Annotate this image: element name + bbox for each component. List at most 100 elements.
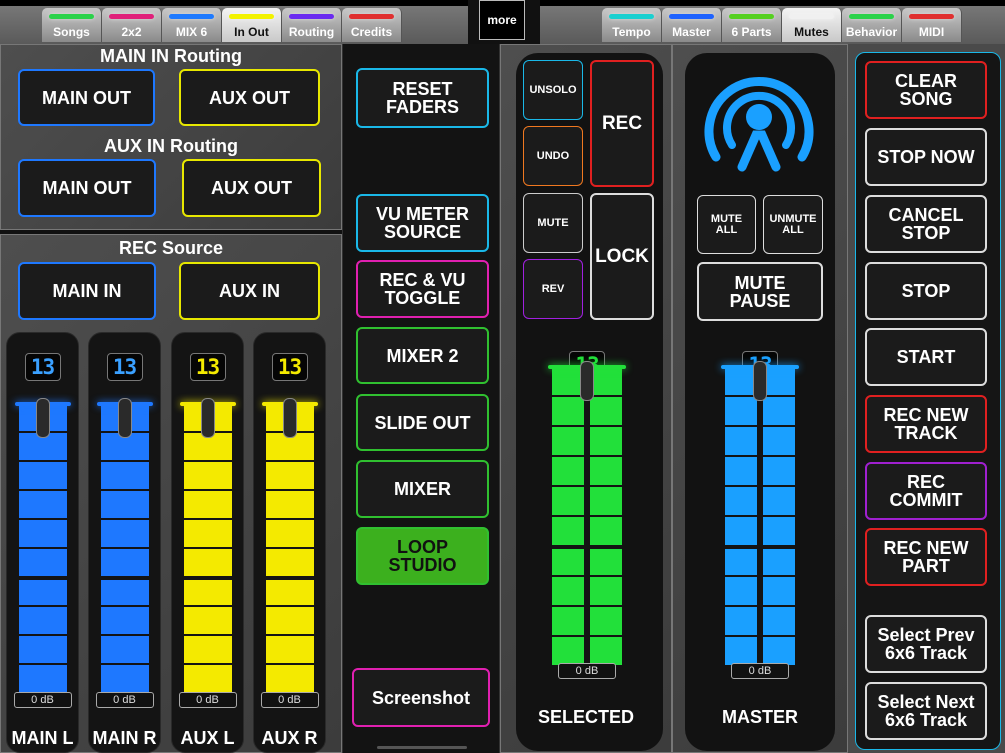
tab-tempo[interactable]: Tempo: [602, 8, 662, 42]
tab-6-parts[interactable]: 6 Parts: [722, 8, 782, 42]
fader-handle[interactable]: [35, 398, 50, 438]
undo-button[interactable]: UNDO: [523, 126, 583, 186]
vu-meter-source-line2: SOURCE: [383, 222, 461, 242]
rec-new-track-button[interactable]: REC NEW TRACK: [865, 395, 987, 453]
button-label-line: REC: [906, 472, 945, 492]
stop-button[interactable]: STOP: [865, 262, 987, 320]
screenshot-button[interactable]: Screenshot: [352, 668, 490, 727]
tab-routing[interactable]: Routing: [282, 8, 342, 42]
select-prev-button[interactable]: Select Prev 6x6 Track: [865, 615, 987, 673]
selected-label: SELECTED: [537, 707, 634, 727]
button-label-line: REC NEW: [883, 405, 969, 425]
mute-all-line2: ALL: [715, 223, 738, 236]
mute-all-button[interactable]: MUTE ALL: [697, 195, 756, 254]
tab-midi[interactable]: MIDI: [902, 8, 962, 42]
right-column: CLEAR SONG STOP NOW CANCEL STOP STOP START REC …: [848, 44, 1005, 753]
tab-label: 6 Parts: [731, 25, 772, 39]
rec-source-main-in-button[interactable]: MAIN IN: [18, 262, 156, 320]
tab-bar-left: Songs 2x2 MIX 6 In Out Routing Credits: [0, 0, 468, 44]
rec-vu-toggle-button[interactable]: REC & VU TOGGLE: [356, 260, 489, 318]
fader-segment-divider: [18, 663, 67, 665]
fader-channel-label: MAIN L: [11, 728, 74, 748]
fader-handle[interactable]: [200, 398, 215, 438]
tab-color-indicator: [349, 14, 394, 19]
fader-segment-divider: [725, 635, 795, 637]
fader-segment-divider: [552, 425, 622, 427]
tab-in-out[interactable]: In Out: [222, 8, 282, 42]
tab-credits[interactable]: Credits: [342, 8, 402, 42]
rev-button[interactable]: REV: [523, 259, 583, 319]
rec-button[interactable]: REC: [590, 60, 654, 187]
fader-aux-l[interactable]: 13 0 dB AUX L: [171, 332, 244, 753]
fader-segment-divider: [183, 663, 232, 665]
more-button[interactable]: more: [479, 0, 525, 40]
tab-label: Tempo: [612, 25, 651, 39]
fader-aux-r[interactable]: 13 0 dB AUX R: [253, 332, 326, 753]
tab-master[interactable]: Master: [662, 8, 722, 42]
aux-in-to-main-out-button[interactable]: MAIN OUT: [18, 159, 156, 217]
unmute-all-button[interactable]: UNMUTE ALL: [763, 195, 823, 254]
fader-handle[interactable]: [580, 361, 594, 401]
main-in-to-aux-out-button[interactable]: AUX OUT: [179, 69, 320, 126]
button-label-line: COMMIT: [889, 490, 963, 510]
cancel-stop-button[interactable]: CANCEL STOP: [865, 195, 987, 253]
fader-handle[interactable]: [117, 398, 132, 438]
fader-segment-divider: [18, 489, 67, 491]
button-label-line: 6x6 Track: [884, 710, 968, 730]
unsolo-button[interactable]: UNSOLO: [523, 60, 583, 120]
main-in-to-main-out-button[interactable]: MAIN OUT: [18, 69, 155, 126]
unmute-all-line1: UNMUTE: [769, 212, 817, 225]
vu-meter-source-button[interactable]: VU METER SOURCE: [356, 194, 489, 252]
fader-segment-divider: [265, 489, 314, 491]
mute-pause-button[interactable]: MUTE PAUSE: [697, 262, 823, 321]
tab-color-indicator: [909, 14, 954, 19]
fader-segment-divider: [183, 576, 232, 580]
tab-behavior[interactable]: Behavior: [842, 8, 902, 42]
fader-selected[interactable]: 130 dB: [531, 345, 643, 715]
rec-new-part-button[interactable]: REC NEW PART: [865, 528, 987, 586]
mute-all-line1: MUTE: [710, 212, 743, 225]
fader-segment-divider: [725, 425, 795, 427]
button-label-line: STOP NOW: [877, 147, 975, 167]
reset-faders-button[interactable]: RESET FADERS: [356, 68, 489, 128]
mute-button[interactable]: MUTE: [523, 193, 583, 253]
tab-mutes[interactable]: Mutes: [782, 8, 842, 42]
tab-songs[interactable]: Songs: [42, 8, 102, 42]
select-next-button[interactable]: Select Next 6x6 Track: [865, 682, 987, 740]
fader-segment-divider: [552, 455, 622, 457]
fader-handle[interactable]: [753, 361, 767, 401]
button-label-line: PART: [902, 556, 950, 576]
fader-master[interactable]: 130 dB: [704, 345, 816, 715]
tab-color-indicator: [609, 14, 654, 19]
fader-main-r[interactable]: 13 0 dB MAIN R: [88, 332, 161, 753]
tab-2x2[interactable]: 2x2: [102, 8, 162, 42]
fader-segment-divider: [18, 518, 67, 520]
fader-track: [552, 365, 622, 665]
fader-track: [725, 365, 795, 665]
tab-label: Master: [672, 25, 711, 39]
fader-segment-divider: [100, 663, 149, 665]
lock-button[interactable]: LOCK: [590, 193, 654, 320]
fader-segment-divider: [183, 605, 232, 607]
clear-song-button[interactable]: CLEAR SONG: [865, 61, 987, 119]
mixer-button[interactable]: MIXER: [356, 460, 489, 518]
tab-mix-6[interactable]: MIX 6: [162, 8, 222, 42]
start-button[interactable]: START: [865, 328, 987, 386]
mixer-2-button[interactable]: MIXER 2: [356, 327, 489, 384]
aux-in-to-aux-out-button[interactable]: AUX OUT: [182, 159, 321, 217]
tab-strip-left: Songs 2x2 MIX 6 In Out Routing Credits: [42, 8, 402, 42]
fader-handle[interactable]: [282, 398, 297, 438]
rec-source-aux-in-button[interactable]: AUX IN: [179, 262, 320, 320]
stop-now-button[interactable]: STOP NOW: [865, 128, 987, 186]
loop-studio-button[interactable]: LOOP STUDIO: [356, 527, 489, 585]
rec-commit-button[interactable]: REC COMMIT: [865, 462, 987, 520]
routing-panel: MAIN IN Routing MAIN OUT AUX OUT AUX IN …: [0, 44, 342, 230]
slide-out-button[interactable]: SLIDE OUT: [356, 394, 489, 451]
fader-db-readout: 0 dB: [13, 692, 72, 708]
fader-main-l[interactable]: 13 0 dB MAIN L: [6, 332, 79, 753]
fader-track: [18, 402, 67, 692]
fader-db-readout: 0 dB: [178, 692, 237, 708]
fader-segment-divider: [725, 455, 795, 457]
button-label-line: START: [896, 347, 956, 367]
fader-channel-label: MAIN R: [92, 728, 157, 748]
